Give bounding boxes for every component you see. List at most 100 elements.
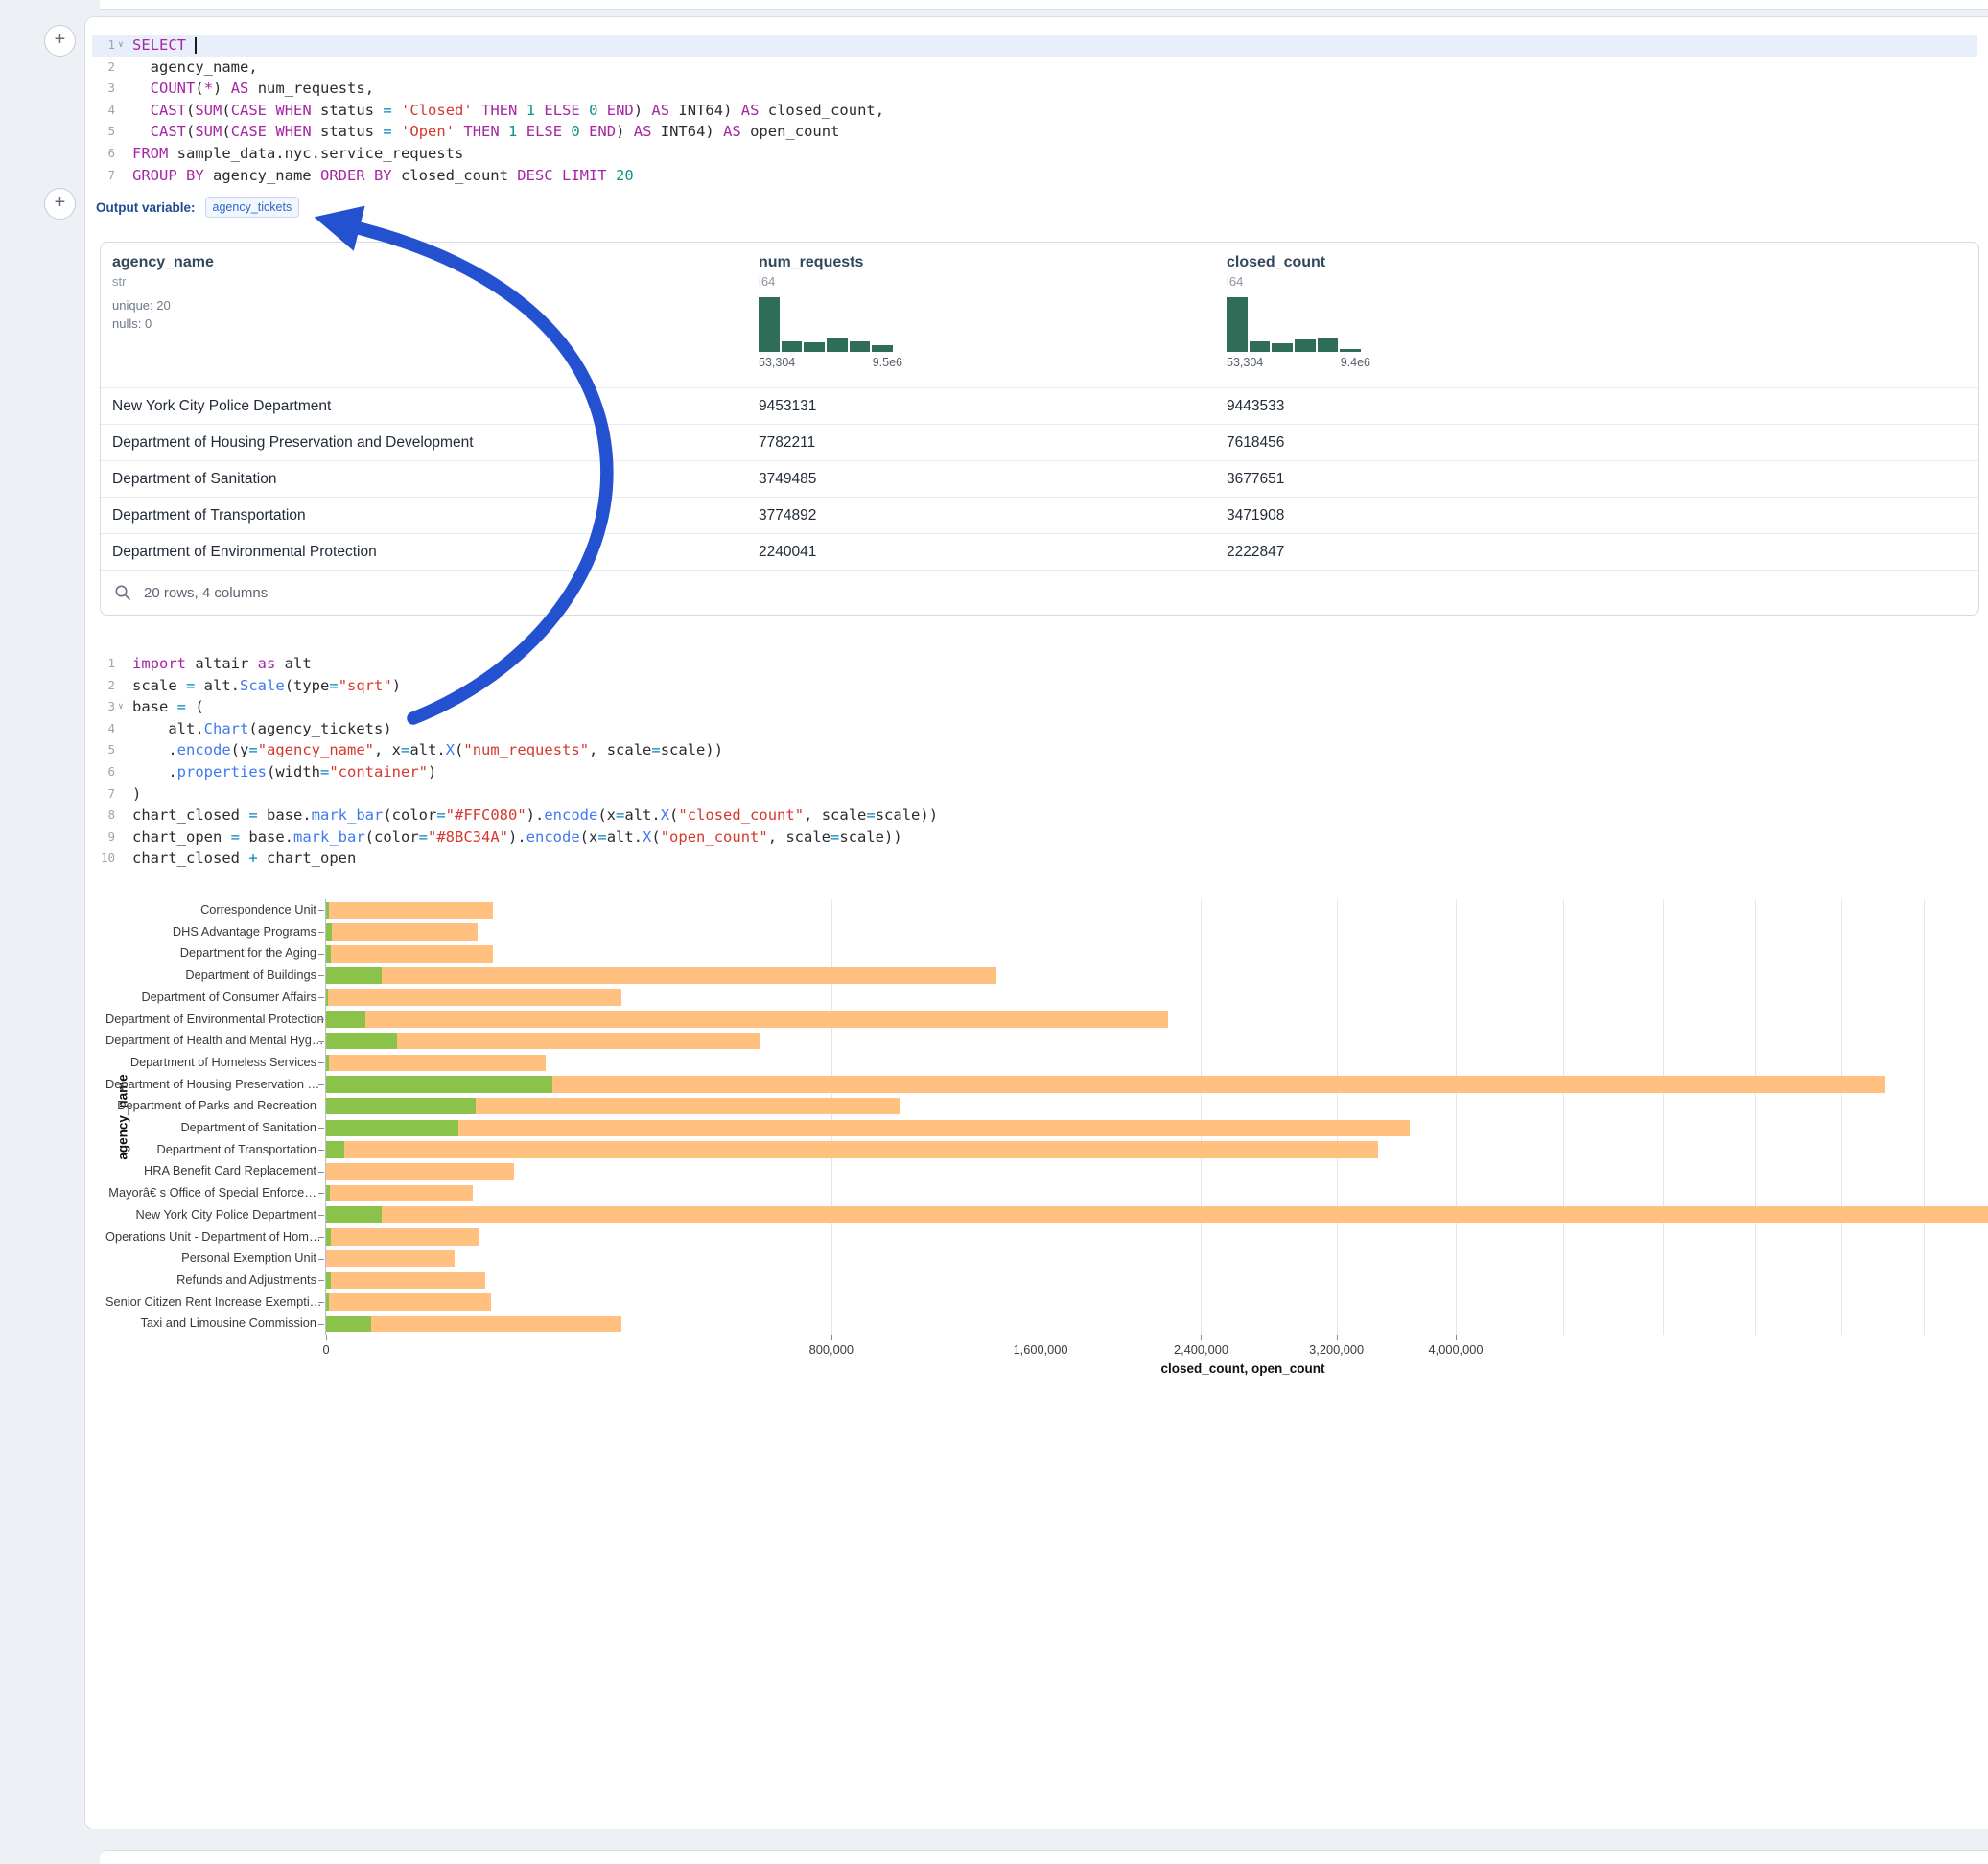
histogram-bar <box>1227 297 1248 352</box>
code-line[interactable]: 2 agency_name, <box>92 57 1977 79</box>
code-token: 0 <box>571 123 579 140</box>
code-token: THEN <box>481 102 517 119</box>
code-token: "open_count" <box>661 828 768 846</box>
code-token: X <box>446 741 455 758</box>
code-token: X <box>643 828 651 846</box>
code-line[interactable]: 2 scale = alt.Scale(type="sqrt") <box>92 675 1977 697</box>
code-token: open_count <box>741 123 840 140</box>
code-token: WHEN <box>275 123 311 140</box>
y-axis-label: New York City Police Department <box>105 1204 316 1226</box>
column-histogram <box>759 296 893 352</box>
code-token: (y <box>231 741 249 758</box>
column-header[interactable]: agency_namestrunique: 20nulls: 0 <box>101 243 747 387</box>
code-line[interactable]: 1∨SELECT <box>92 35 1977 57</box>
code-token: AS <box>651 102 669 119</box>
fold-chevron-icon[interactable]: ∨ <box>115 696 127 718</box>
code-token: AS <box>634 123 652 140</box>
y-axis-label: Mayorâ€ s Office of Special Enforce… <box>105 1182 316 1204</box>
search-icon[interactable] <box>114 584 131 601</box>
table-row[interactable]: Department of Environmental Protection22… <box>101 534 1978 571</box>
add-cell-button[interactable]: + <box>44 188 76 220</box>
code-line[interactable]: 7GROUP BY agency_name ORDER BY closed_co… <box>92 165 1977 187</box>
line-number: 2 <box>92 675 115 697</box>
code-token: (x <box>597 806 616 824</box>
histogram-bar <box>1272 343 1293 352</box>
add-cell-button[interactable]: + <box>44 25 76 57</box>
line-number: 6 <box>92 143 115 165</box>
code-token: (width <box>267 763 320 781</box>
code-text: agency_name, <box>127 57 258 79</box>
code-line[interactable]: 7) <box>92 783 1977 805</box>
line-number: 1 <box>92 653 115 675</box>
gridline <box>1924 899 1925 1335</box>
y-axis-label: Taxi and Limousine Commission <box>105 1313 316 1335</box>
y-axis-label: HRA Benefit Card Replacement <box>105 1160 316 1182</box>
histogram-min-label: 53,304 <box>1227 356 1263 369</box>
code-line[interactable]: 6FROM sample_data.nyc.service_requests <box>92 143 1977 165</box>
code-line[interactable]: 5 .encode(y="agency_name", x=alt.X("num_… <box>92 739 1977 761</box>
output-variable-badge[interactable]: agency_tickets <box>205 197 300 218</box>
python-cell-editor[interactable]: 1 import altair as alt 2 scale = alt.Scale(… <box>92 653 1977 870</box>
code-line[interactable]: 5 CAST(SUM(CASE WHEN status = 'Open' THE… <box>92 121 1977 143</box>
table-row[interactable]: New York City Police Department945313194… <box>101 388 1978 425</box>
y-axis-tick <box>318 1215 324 1216</box>
code-token: THEN <box>463 123 499 140</box>
y-axis-label: Correspondence Unit <box>105 899 316 921</box>
histogram-bar <box>1295 339 1316 352</box>
code-token: CASE <box>231 123 267 140</box>
code-token: status <box>312 123 384 140</box>
code-line[interactable]: 9chart_open = base.mark_bar(color="#8BC3… <box>92 827 1977 849</box>
code-line[interactable]: 10chart_closed + chart_open <box>92 848 1977 870</box>
table-row[interactable]: Department of Transportation377489234719… <box>101 498 1978 534</box>
bar-open_count <box>326 989 328 1006</box>
code-text: import altair as alt <box>127 653 312 675</box>
code-text: CAST(SUM(CASE WHEN status = 'Closed' THE… <box>127 100 884 122</box>
code-token: ) <box>392 677 401 694</box>
chart-plot-area: 0800,0001,600,0002,400,0003,200,0004,000… <box>325 899 1988 1335</box>
line-number: 3 <box>92 78 115 100</box>
code-text: scale = alt.Scale(type="sqrt") <box>127 675 401 697</box>
code-token: ( <box>195 80 203 97</box>
line-number: 3 <box>92 696 115 718</box>
x-axis-label: 1,600,000 <box>1014 1342 1068 1357</box>
x-axis-tick <box>326 1335 327 1340</box>
code-token: = <box>616 806 624 824</box>
code-line[interactable]: 8chart_closed = base.mark_bar(color="#FF… <box>92 804 1977 827</box>
code-line[interactable]: 4 CAST(SUM(CASE WHEN status = 'Closed' T… <box>92 100 1977 122</box>
x-axis-tick <box>1201 1335 1202 1340</box>
y-axis-label: Department of Buildings <box>105 965 316 987</box>
code-token: ORDER BY <box>320 167 392 184</box>
table-row[interactable]: Department of Housing Preservation and D… <box>101 425 1978 461</box>
code-token <box>267 102 275 119</box>
code-token: ( <box>222 102 230 119</box>
code-token: ( <box>186 102 195 119</box>
table-cell: 3471908 <box>1215 507 1978 524</box>
histogram-range: 53,3049.4e6 <box>1227 356 1370 369</box>
gridline <box>1456 899 1457 1335</box>
table-row[interactable]: Department of Sanitation37494853677651 <box>101 461 1978 498</box>
code-token: "sqrt" <box>339 677 392 694</box>
code-line[interactable]: 3∨base = ( <box>92 696 1977 718</box>
code-line[interactable]: 1 import altair as alt <box>92 653 1977 675</box>
sql-cell-editor[interactable]: 1∨SELECT 2 agency_name,3 COUNT(*) AS num… <box>92 35 1977 186</box>
table-cell: 3749485 <box>747 471 1215 488</box>
code-line[interactable]: 3 COUNT(*) AS num_requests, <box>92 78 1977 100</box>
histogram-bar <box>1250 341 1271 352</box>
code-token: = <box>248 741 257 758</box>
column-header[interactable]: num_requestsi6453,3049.5e6 <box>747 243 1215 387</box>
code-token: = <box>830 828 839 846</box>
code-line[interactable]: 6 .properties(width="container") <box>92 761 1977 783</box>
column-header[interactable]: closed_counti6453,3049.4e6 <box>1215 243 1978 387</box>
code-token: = <box>177 698 186 715</box>
code-token: ( <box>222 123 230 140</box>
column-meta: nulls: 0 <box>112 315 747 333</box>
line-number: 6 <box>92 761 115 783</box>
line-number: 8 <box>92 804 115 827</box>
next-cell-edge <box>100 1850 1988 1864</box>
code-line[interactable]: 4 alt.Chart(agency_tickets) <box>92 718 1977 740</box>
fold-chevron-icon[interactable]: ∨ <box>115 35 127 57</box>
table-cell: 2222847 <box>1215 544 1978 561</box>
gridline <box>1337 899 1338 1335</box>
code-token <box>535 102 544 119</box>
y-axis-label: Refunds and Adjustments <box>105 1270 316 1292</box>
